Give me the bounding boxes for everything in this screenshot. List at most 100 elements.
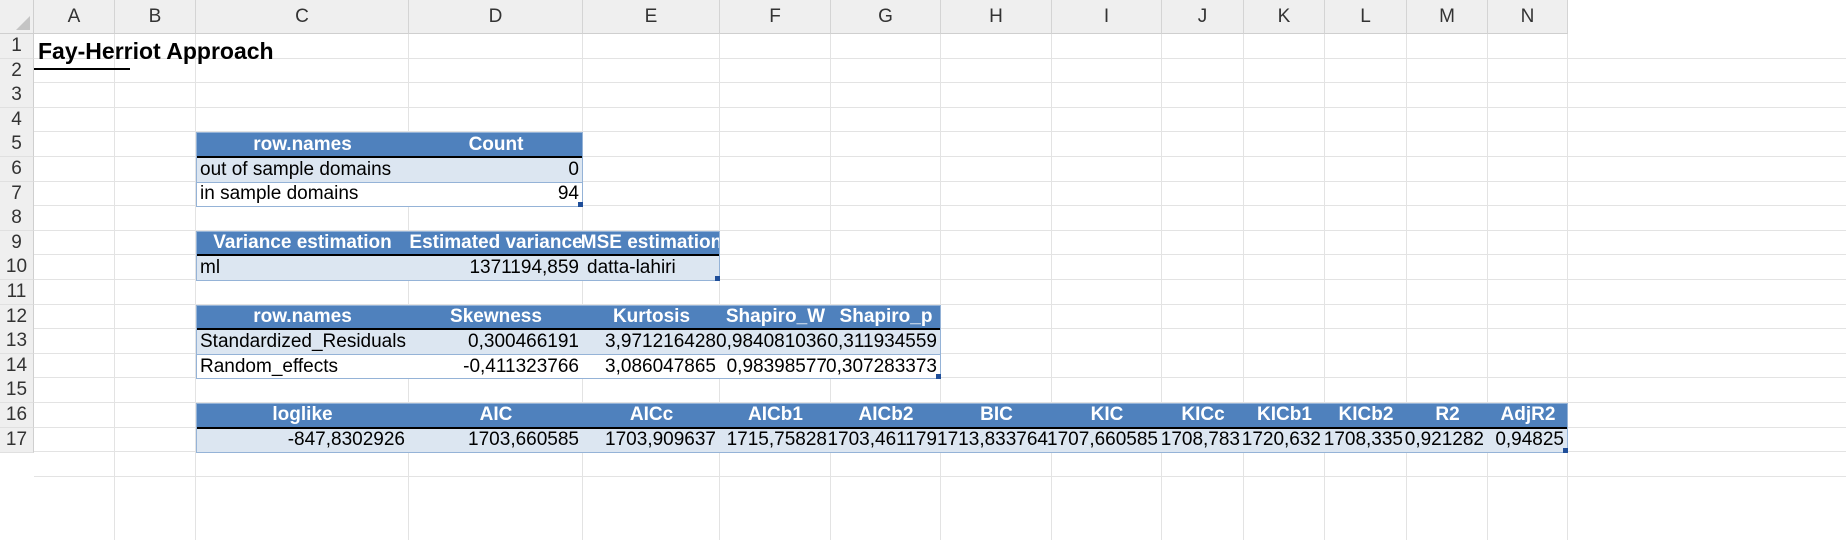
- column-header-j[interactable]: J: [1162, 0, 1244, 34]
- count-table-cell[interactable]: 94: [409, 182, 583, 207]
- model-fit-table-header-bic[interactable]: BIC: [941, 403, 1052, 428]
- normality-table-header-skewness[interactable]: Skewness: [409, 304, 583, 330]
- normality-table-cell[interactable]: Random_effects: [196, 354, 409, 379]
- grid-column-line: [408, 34, 409, 540]
- count-table-header-row-names[interactable]: row.names: [196, 132, 409, 157]
- count-table-resize-handle[interactable]: [578, 202, 583, 208]
- grid-column-line: [1324, 34, 1325, 540]
- count-table-cell[interactable]: out of sample domains: [196, 158, 409, 182]
- model-fit-table-cell[interactable]: 1707,660585: [1047, 428, 1162, 453]
- select-all-corner[interactable]: [0, 0, 34, 34]
- column-header-i[interactable]: I: [1052, 0, 1162, 34]
- column-header-d[interactable]: D: [409, 0, 583, 34]
- model-fit-table-cell[interactable]: 1703,660585: [409, 428, 583, 453]
- row-header-14[interactable]: 14: [0, 353, 34, 379]
- row-header-7[interactable]: 7: [0, 181, 34, 207]
- model-fit-table-header-aicb2[interactable]: AICb2: [831, 403, 941, 428]
- grid-column-line: [940, 34, 941, 540]
- row-header-12[interactable]: 12: [0, 304, 34, 330]
- normality-table-cell[interactable]: 3,086047865: [583, 354, 720, 379]
- grid-column-line: [719, 34, 720, 540]
- normality-table-header-shapiro-p[interactable]: Shapiro_p: [831, 304, 941, 330]
- grid-column-line: [114, 34, 115, 540]
- model-fit-table-header-kicb2[interactable]: KICb2: [1325, 403, 1407, 428]
- variance-table-cell[interactable]: ml: [196, 256, 409, 280]
- row-header-17[interactable]: 17: [0, 427, 34, 453]
- row-header-3[interactable]: 3: [0, 83, 34, 109]
- grid-column-line: [582, 34, 583, 540]
- variance-table-header-variance-estimation[interactable]: Variance estimation: [196, 230, 409, 256]
- column-header-b[interactable]: B: [115, 0, 196, 34]
- grid-column-line: [830, 34, 831, 540]
- normality-table-resize-handle[interactable]: [936, 374, 941, 380]
- column-header-g[interactable]: G: [831, 0, 941, 34]
- normality-table-cell[interactable]: -0,411323766: [409, 354, 583, 379]
- model-fit-table-resize-handle[interactable]: [1563, 448, 1568, 454]
- column-header-a[interactable]: A: [34, 0, 115, 34]
- variance-table-cell[interactable]: 1371194,859: [409, 256, 583, 280]
- normality-table-cell[interactable]: 0,311934559: [827, 330, 941, 354]
- normality-table-header-kurtosis[interactable]: Kurtosis: [583, 304, 720, 330]
- model-fit-table-header-r2[interactable]: R2: [1407, 403, 1488, 428]
- page-title[interactable]: Fay-Herriot Approach: [38, 38, 274, 65]
- model-fit-table-header-aicb1[interactable]: AICb1: [720, 403, 831, 428]
- model-fit-table-header-aicc[interactable]: AICc: [583, 403, 720, 428]
- row-header-9[interactable]: 9: [0, 230, 34, 256]
- row-header-10[interactable]: 10: [0, 255, 34, 281]
- normality-table-cell[interactable]: Standardized_Residuals: [196, 330, 409, 354]
- column-header-k[interactable]: K: [1244, 0, 1325, 34]
- grid-column-line: [1161, 34, 1162, 540]
- model-fit-table-header-kicc[interactable]: KICc: [1162, 403, 1244, 428]
- count-table-cell[interactable]: 0: [409, 158, 583, 182]
- column-header-m[interactable]: M: [1407, 0, 1488, 34]
- row-header-16[interactable]: 16: [0, 403, 34, 429]
- model-fit-table-cell[interactable]: 1708,335: [1324, 428, 1407, 453]
- normality-table-cell[interactable]: 0,98398577: [720, 354, 831, 379]
- count-table-header-count[interactable]: Count: [409, 132, 583, 157]
- model-fit-table-cell[interactable]: 1720,632: [1242, 428, 1325, 453]
- model-fit-table-cell[interactable]: 1708,783: [1161, 428, 1244, 453]
- model-fit-table-cell[interactable]: 1715,75828: [720, 428, 831, 453]
- row-header-5[interactable]: 5: [0, 132, 34, 158]
- row-header-1[interactable]: 1: [0, 34, 34, 60]
- normality-table-cell[interactable]: 0,984081036: [716, 330, 831, 354]
- row-header-6[interactable]: 6: [0, 157, 34, 183]
- model-fit-table-cell[interactable]: 0,921282: [1405, 428, 1488, 453]
- variance-table-resize-handle[interactable]: [715, 276, 720, 281]
- row-header-15[interactable]: 15: [0, 378, 34, 404]
- row-header-11[interactable]: 11: [0, 280, 34, 306]
- model-fit-table-cell[interactable]: 1703,909637: [583, 428, 720, 453]
- normality-table-header-shapiro-w[interactable]: Shapiro_W: [720, 304, 831, 330]
- normality-table-cell[interactable]: 0,307283373: [826, 354, 941, 379]
- model-fit-table-header-aic[interactable]: AIC: [409, 403, 583, 428]
- count-table-cell[interactable]: in sample domains: [196, 182, 409, 207]
- model-fit-table-cell[interactable]: 1703,461179: [827, 428, 941, 453]
- model-fit-table-cell[interactable]: -847,8302926: [196, 428, 409, 453]
- model-fit-table-header-loglike[interactable]: loglike: [196, 403, 409, 428]
- model-fit-table-cell[interactable]: 0,94825: [1488, 428, 1568, 453]
- cell-cursor-underline: [34, 68, 130, 70]
- row-header-2[interactable]: 2: [0, 58, 34, 84]
- column-header-n[interactable]: N: [1488, 0, 1568, 34]
- grid-column-line: [1243, 34, 1244, 540]
- spreadsheet-grid[interactable]: A B C D E F G H I J K L M N 1 2 3 4 5 6 7 8 9 10 11 12 13 14 15 16 17 F…: [0, 0, 1846, 540]
- row-header-13[interactable]: 13: [0, 329, 34, 355]
- grid-column-line: [1567, 34, 1568, 540]
- row-header-8[interactable]: 8: [0, 206, 34, 232]
- variance-table-cell[interactable]: datta-lahiri: [583, 256, 720, 280]
- model-fit-table-header-kicb1[interactable]: KICb1: [1244, 403, 1325, 428]
- column-header-e[interactable]: E: [583, 0, 720, 34]
- column-header-f[interactable]: F: [720, 0, 831, 34]
- model-fit-table-header-adjr2[interactable]: AdjR2: [1488, 403, 1568, 428]
- variance-table-header-estimated-variance[interactable]: Estimated variance: [409, 230, 583, 256]
- column-header-h[interactable]: H: [941, 0, 1052, 34]
- normality-table-cell[interactable]: 3,971216428: [583, 330, 720, 354]
- model-fit-table-cell[interactable]: 1713,833764: [937, 428, 1052, 453]
- model-fit-table-header-kic[interactable]: KIC: [1052, 403, 1162, 428]
- row-header-4[interactable]: 4: [0, 107, 34, 133]
- variance-table-header-mse-estimation[interactable]: MSE estimation: [581, 230, 722, 256]
- column-header-c[interactable]: C: [196, 0, 409, 34]
- column-header-l[interactable]: L: [1325, 0, 1407, 34]
- normality-table-header-row-names[interactable]: row.names: [196, 304, 409, 330]
- normality-table-cell[interactable]: 0,300466191: [409, 330, 583, 354]
